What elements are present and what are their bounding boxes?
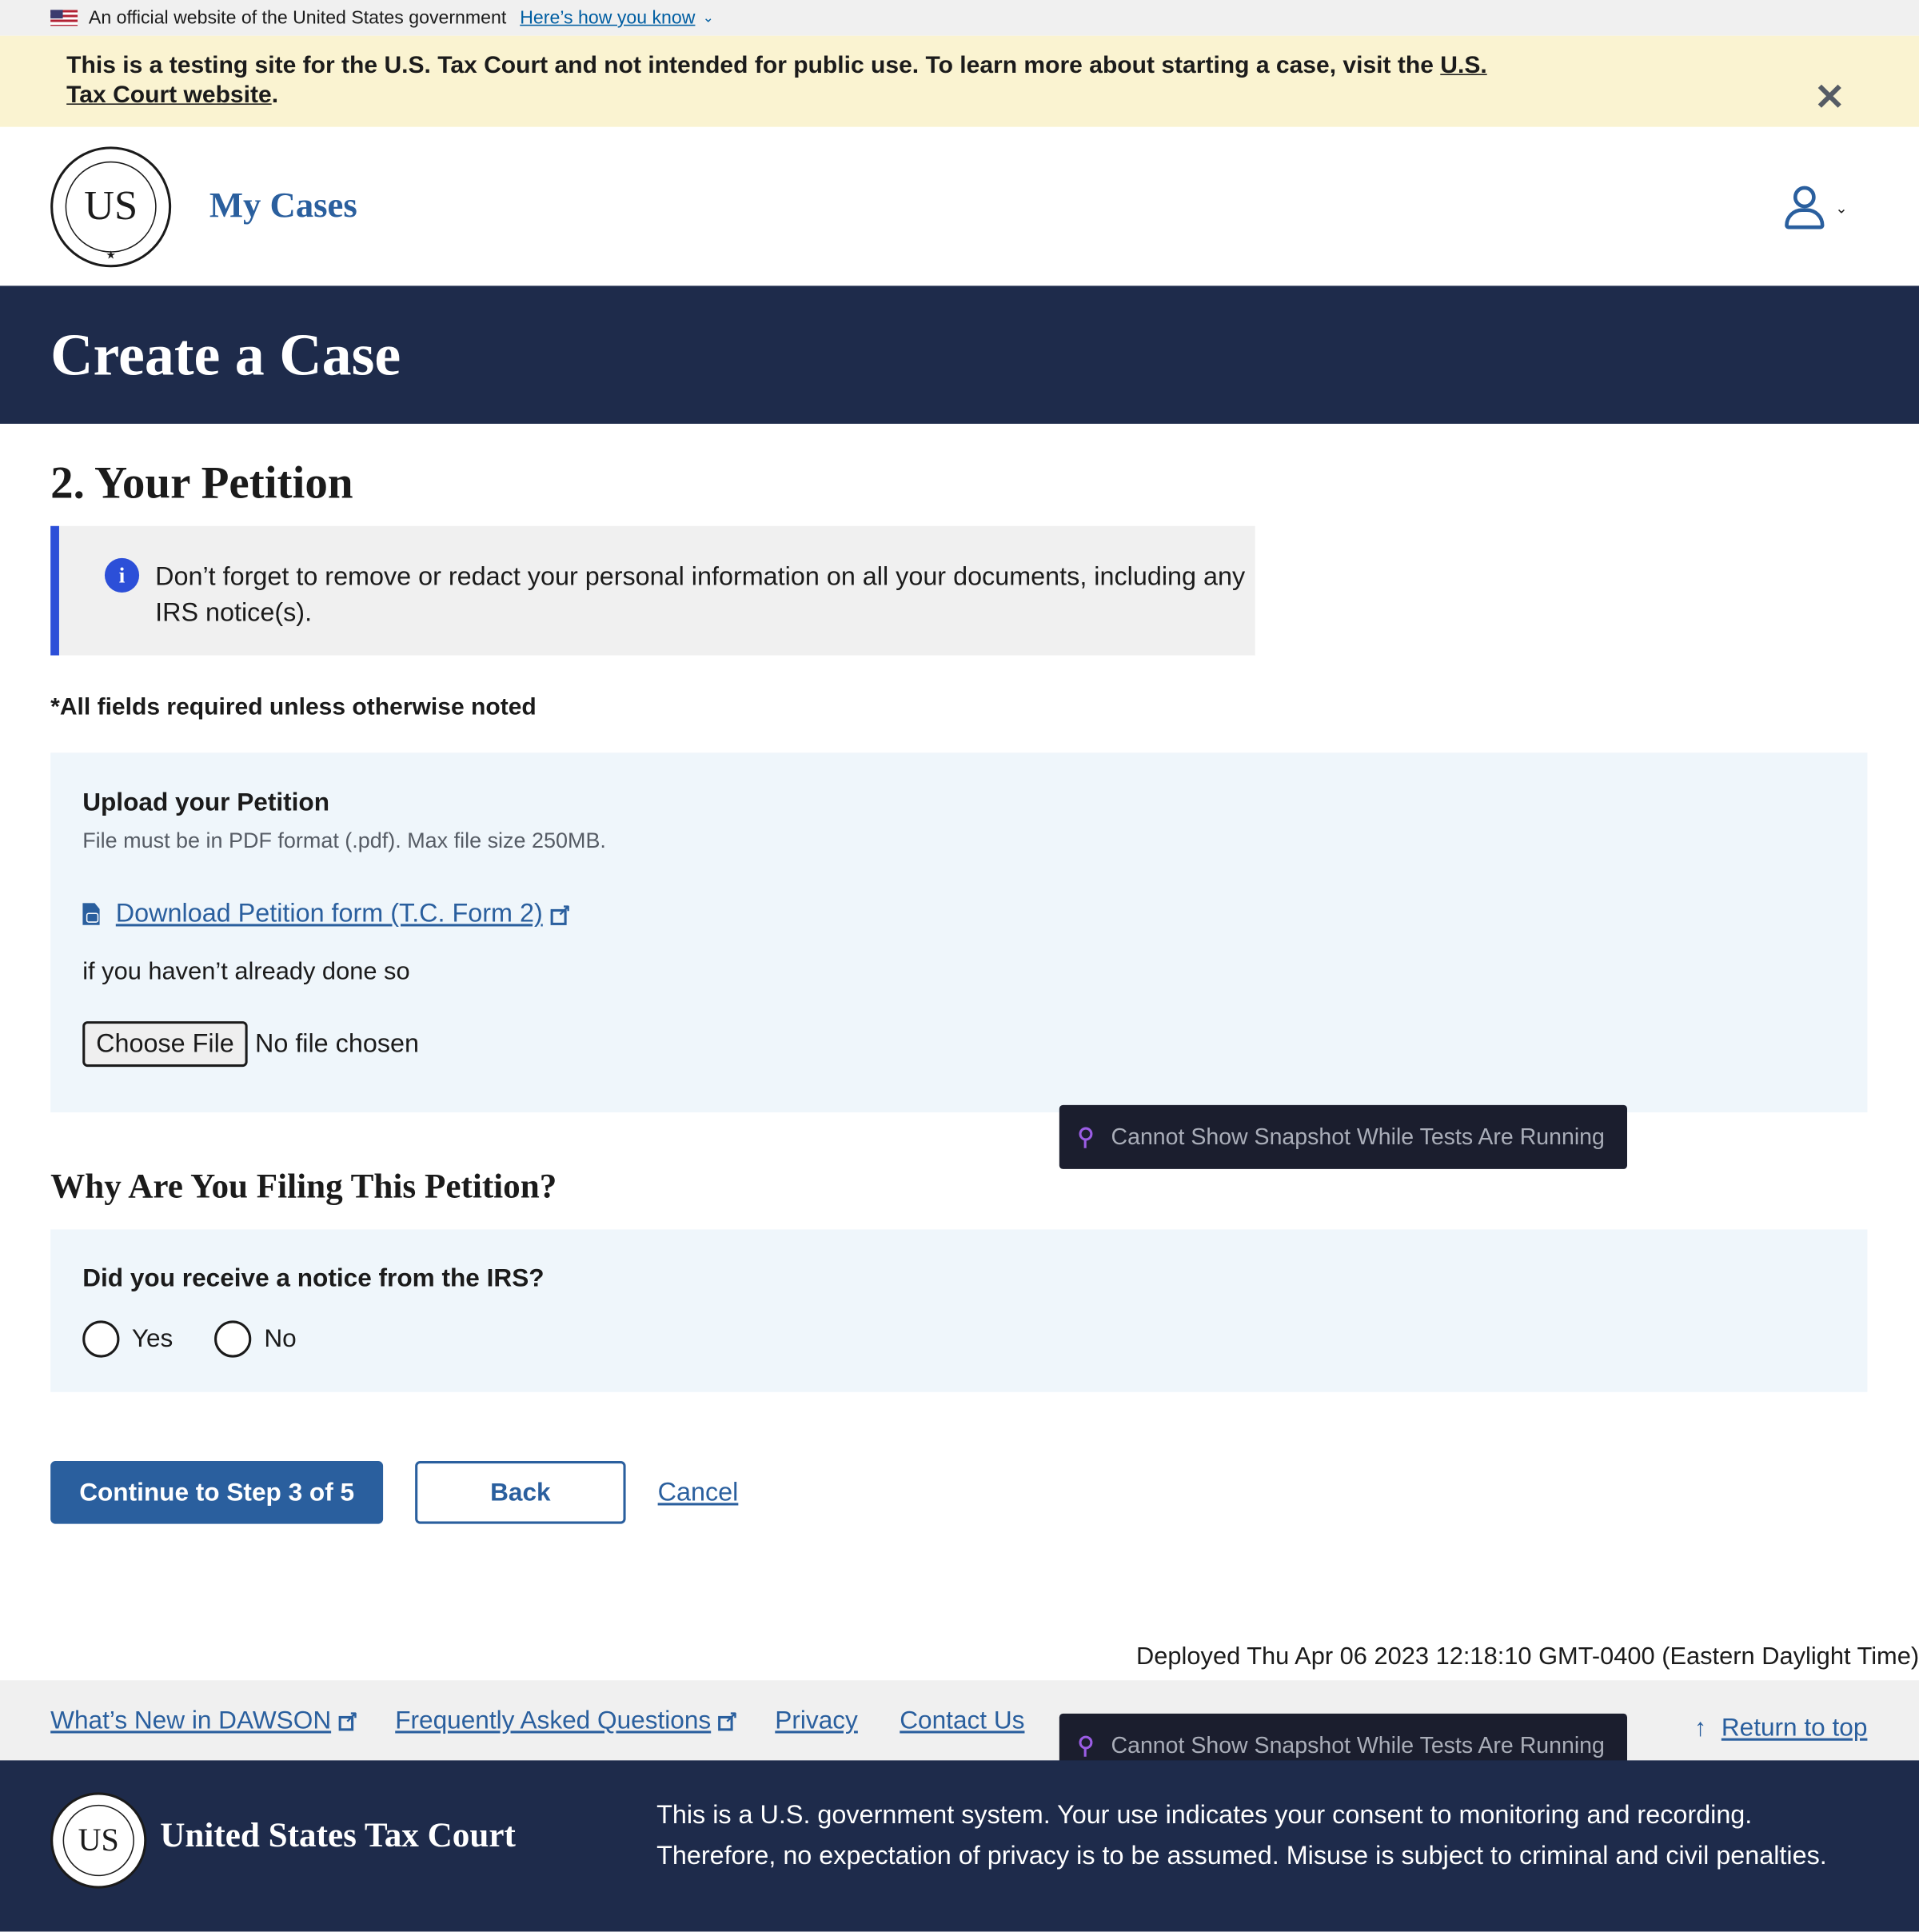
back-button[interactable]: Back — [415, 1461, 626, 1524]
radio-circle[interactable] — [82, 1320, 120, 1358]
seal-letters: US — [65, 161, 157, 253]
gov-banner: An official website of the United States… — [0, 0, 1919, 36]
deployed-timestamp: Deployed Thu Apr 06 2023 12:18:10 GMT-04… — [1136, 1643, 1919, 1671]
snapshot-message: Cannot Show Snapshot While Tests Are Run… — [1111, 1731, 1605, 1758]
info-icon: i — [104, 557, 140, 593]
footer-seal-logo: US — [50, 1792, 147, 1889]
pin-icon — [1079, 1734, 1093, 1756]
site-header: US ★ My Cases ⌄ — [0, 127, 1919, 286]
upload-petition-section: Upload your Petition File must be in PDF… — [50, 752, 1868, 1113]
continue-button[interactable]: Continue to Step 3 of 5 — [50, 1461, 384, 1524]
main-content: 2. Your Petition i Don’t forget to remov… — [0, 457, 1919, 1524]
form-actions: Continue to Step 3 of 5 Back Cancel — [50, 1461, 1919, 1524]
page-title-bar: Create a Case — [0, 285, 1919, 424]
irs-notice-section: Did you receive a notice from the IRS? Y… — [50, 1229, 1868, 1392]
radio-circle[interactable] — [214, 1320, 252, 1358]
return-to-top-link[interactable]: ↑ Return to top — [1694, 1714, 1867, 1743]
site-footer: US United States Tax Court This is a U.S… — [0, 1760, 1919, 1932]
choose-file-button[interactable]: Choose File — [82, 1021, 248, 1068]
upload-hint: File must be in PDF format (.pdf). Max f… — [82, 828, 606, 853]
whats-new-label: What’s New in DAWSON — [50, 1705, 332, 1734]
user-icon — [1784, 186, 1825, 230]
file-status: No file chosen — [254, 1029, 419, 1058]
whats-new-link[interactable]: What’s New in DAWSON — [50, 1705, 358, 1735]
my-cases-link[interactable]: My Cases — [209, 186, 357, 227]
file-input: Choose File No file chosen — [82, 1021, 1867, 1068]
close-icon[interactable]: ✕ — [1814, 79, 1845, 117]
pdf-file-icon — [82, 903, 100, 925]
external-link-icon — [338, 1706, 358, 1730]
irs-notice-question: Did you receive a notice from the IRS? — [82, 1263, 545, 1292]
irs-notice-radio-group: Yes No — [82, 1320, 1867, 1358]
tax-court-seal-logo[interactable]: US ★ — [50, 146, 172, 267]
radio-yes-label: Yes — [131, 1324, 174, 1353]
star-icon: ★ — [106, 248, 116, 261]
radio-yes[interactable]: Yes — [82, 1320, 174, 1358]
return-to-top-label: Return to top — [1721, 1713, 1868, 1742]
radio-no-label: No — [264, 1324, 297, 1353]
footer-org-name: United States Tax Court — [160, 1817, 516, 1855]
download-form-row: Download Petition form (T.C. Form 2) — [82, 900, 1867, 929]
download-note: if you haven’t already done so — [82, 958, 410, 986]
us-flag-icon — [50, 10, 78, 26]
account-menu-button[interactable]: ⌄ — [1784, 186, 1848, 230]
heres-how-you-know-link[interactable]: Here’s how you know — [520, 7, 695, 28]
alert-text: Don’t forget to remove or redact your pe… — [155, 563, 1246, 628]
faq-link[interactable]: Frequently Asked Questions — [395, 1705, 738, 1735]
chevron-down-icon: ⌄ — [1835, 199, 1848, 218]
page-title: Create a Case — [50, 321, 401, 388]
privacy-link[interactable]: Privacy — [775, 1706, 858, 1735]
why-filing-title: Why Are You Filing This Petition? — [50, 1168, 557, 1207]
footer-seal-letters: US — [62, 1804, 134, 1877]
radio-no[interactable]: No — [214, 1320, 297, 1358]
test-banner-suffix: . — [271, 81, 279, 109]
test-banner-text: This is a testing site for the U.S. Tax … — [66, 50, 1507, 110]
contact-us-link[interactable]: Contact Us — [900, 1706, 1024, 1735]
pin-icon — [1079, 1126, 1093, 1148]
gov-banner-text: An official website of the United States… — [88, 7, 507, 29]
snapshot-message: Cannot Show Snapshot While Tests Are Run… — [1111, 1123, 1605, 1150]
info-alert: i Don’t forget to remove or redact your … — [50, 525, 1255, 656]
download-petition-form-link[interactable]: Download Petition form (T.C. Form 2) — [116, 900, 543, 929]
footer-disclaimer: This is a U.S. government system. Your u… — [656, 1801, 1827, 1870]
faq-label: Frequently Asked Questions — [395, 1705, 712, 1734]
test-site-banner: This is a testing site for the U.S. Tax … — [0, 35, 1919, 127]
arrow-up-icon: ↑ — [1694, 1714, 1707, 1742]
upload-label: Upload your Petition — [82, 788, 330, 817]
footer-links-bar: What’s New in DAWSON Frequently Asked Qu… — [0, 1680, 1919, 1761]
required-fields-note: *All fields required unless otherwise no… — [50, 693, 537, 721]
snapshot-tooltip: Cannot Show Snapshot While Tests Are Run… — [1059, 1104, 1628, 1169]
cancel-link[interactable]: Cancel — [658, 1478, 739, 1507]
external-link-icon — [550, 900, 571, 925]
chevron-down-icon[interactable]: ⌄ — [703, 10, 714, 26]
test-banner-message: This is a testing site for the U.S. Tax … — [66, 51, 1441, 79]
external-link-icon — [718, 1706, 738, 1730]
step-title: 2. Your Petition — [50, 458, 353, 509]
